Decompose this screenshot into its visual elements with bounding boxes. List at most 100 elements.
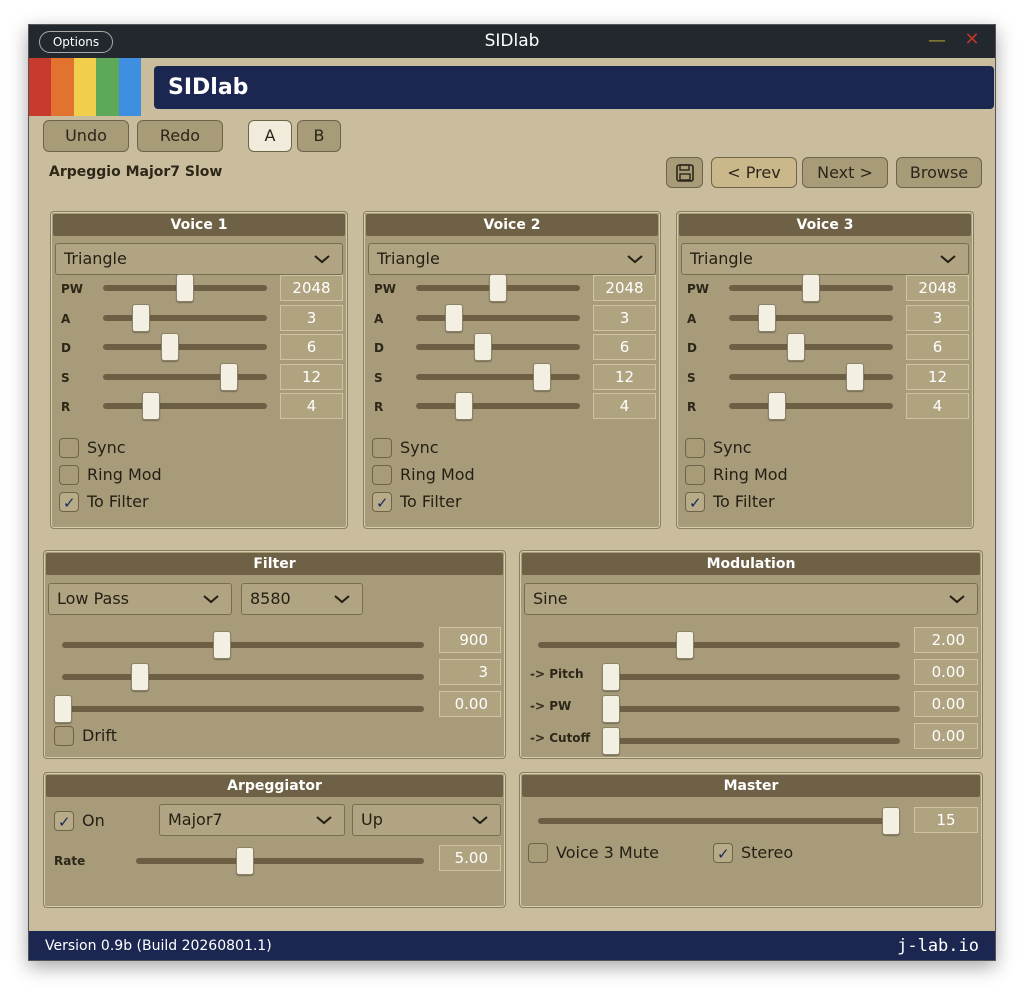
ringmod-checkbox[interactable]: Ring Mod bbox=[372, 465, 522, 487]
arp-rate-value[interactable]: 5.00 bbox=[439, 845, 501, 871]
slider-thumb[interactable] bbox=[802, 274, 820, 302]
stereo-checkbox[interactable]: ✓ Stereo bbox=[713, 843, 823, 865]
slider-thumb[interactable] bbox=[54, 695, 72, 723]
to-filter-checkbox[interactable]: ✓ To Filter bbox=[372, 492, 522, 514]
mod-rate-slider[interactable] bbox=[538, 631, 900, 659]
slider-thumb[interactable] bbox=[455, 392, 473, 420]
filter-resonance-slider[interactable] bbox=[62, 663, 424, 691]
mod-rate-value[interactable]: 2.00 bbox=[914, 627, 978, 653]
redo-button[interactable]: Redo bbox=[137, 120, 223, 152]
param-slider[interactable] bbox=[729, 303, 893, 332]
slider-thumb[interactable] bbox=[846, 362, 864, 391]
param-slider[interactable] bbox=[103, 303, 267, 332]
modulation-shape-select[interactable]: Sine bbox=[524, 583, 978, 615]
slider-thumb[interactable] bbox=[236, 847, 254, 875]
filter-third-slider[interactable] bbox=[54, 695, 424, 723]
param-slider[interactable] bbox=[729, 362, 893, 391]
arp-direction-select[interactable]: Up bbox=[352, 804, 501, 836]
to-filter-checkbox[interactable]: ✓ To Filter bbox=[685, 492, 835, 514]
param-slider[interactable] bbox=[103, 333, 267, 361]
slider-thumb[interactable] bbox=[445, 303, 463, 332]
param-value[interactable]: 2048 bbox=[593, 275, 656, 301]
slider-thumb[interactable] bbox=[602, 727, 620, 755]
drift-checkbox[interactable]: Drift bbox=[54, 726, 154, 748]
slider-thumb[interactable] bbox=[142, 392, 160, 420]
waveform-select[interactable]: Triangle bbox=[368, 243, 656, 275]
param-value[interactable]: 3 bbox=[280, 304, 343, 331]
filter-chip-select[interactable]: 8580 bbox=[241, 583, 363, 615]
ringmod-checkbox[interactable]: Ring Mod bbox=[59, 465, 209, 487]
param-value[interactable]: 3 bbox=[906, 304, 969, 331]
voice3-mute-checkbox[interactable]: Voice 3 Mute bbox=[528, 843, 678, 865]
master-volume-value[interactable]: 15 bbox=[914, 807, 978, 833]
param-value[interactable]: 12 bbox=[280, 363, 343, 390]
waveform-select[interactable]: Triangle bbox=[55, 243, 343, 275]
minimize-icon[interactable]: — bbox=[927, 31, 947, 51]
slider-thumb[interactable] bbox=[533, 362, 551, 391]
undo-button[interactable]: Undo bbox=[43, 120, 129, 152]
param-value[interactable]: 4 bbox=[280, 393, 343, 419]
param-value[interactable]: 4 bbox=[906, 393, 969, 419]
preset-a-button[interactable]: A bbox=[248, 120, 292, 152]
slider-thumb[interactable] bbox=[161, 333, 179, 361]
arp-on-checkbox[interactable]: ✓ On bbox=[54, 811, 134, 833]
param-slider[interactable] bbox=[103, 362, 267, 391]
param-slider[interactable] bbox=[416, 333, 580, 361]
mod-pitch-slider[interactable] bbox=[602, 663, 900, 691]
prev-preset-button[interactable]: < Prev bbox=[711, 157, 797, 188]
param-value[interactable]: 3 bbox=[593, 304, 656, 331]
param-value[interactable]: 12 bbox=[593, 363, 656, 390]
slider-thumb[interactable] bbox=[489, 274, 507, 302]
sync-checkbox[interactable]: Sync bbox=[372, 438, 522, 460]
param-slider[interactable] bbox=[416, 274, 580, 302]
filter-resonance-value[interactable]: 3 bbox=[439, 659, 501, 685]
mod-pw-value[interactable]: 0.00 bbox=[914, 691, 978, 717]
browse-button[interactable]: Browse bbox=[896, 157, 982, 188]
param-value[interactable]: 6 bbox=[280, 334, 343, 360]
mod-cutoff-value[interactable]: 0.00 bbox=[914, 723, 978, 749]
param-slider[interactable] bbox=[416, 362, 580, 391]
param-value[interactable]: 6 bbox=[906, 334, 969, 360]
sync-checkbox[interactable]: Sync bbox=[59, 438, 209, 460]
slider-thumb[interactable] bbox=[602, 695, 620, 723]
slider-thumb[interactable] bbox=[132, 303, 150, 332]
waveform-select[interactable]: Triangle bbox=[681, 243, 969, 275]
param-value[interactable]: 2048 bbox=[280, 275, 343, 301]
mod-pw-slider[interactable] bbox=[602, 695, 900, 723]
param-slider[interactable] bbox=[729, 274, 893, 302]
param-slider[interactable] bbox=[416, 303, 580, 332]
next-preset-button[interactable]: Next > bbox=[802, 157, 888, 188]
slider-thumb[interactable] bbox=[220, 362, 238, 391]
param-slider[interactable] bbox=[729, 392, 893, 420]
slider-thumb[interactable] bbox=[602, 663, 620, 691]
ringmod-checkbox[interactable]: Ring Mod bbox=[685, 465, 835, 487]
slider-thumb[interactable] bbox=[768, 392, 786, 420]
arp-chord-select[interactable]: Major7 bbox=[159, 804, 345, 836]
param-value[interactable]: 4 bbox=[593, 393, 656, 419]
param-slider[interactable] bbox=[103, 392, 267, 420]
filter-cutoff-slider[interactable] bbox=[62, 631, 424, 659]
preset-b-button[interactable]: B bbox=[297, 120, 341, 152]
save-button[interactable] bbox=[666, 157, 703, 188]
slider-thumb[interactable] bbox=[882, 807, 900, 835]
arp-rate-slider[interactable] bbox=[136, 847, 424, 875]
mod-cutoff-slider[interactable] bbox=[602, 727, 900, 755]
param-slider[interactable] bbox=[103, 274, 267, 302]
filter-cutoff-value[interactable]: 900 bbox=[439, 627, 501, 653]
slider-thumb[interactable] bbox=[676, 631, 694, 659]
slider-thumb[interactable] bbox=[758, 303, 776, 332]
param-slider[interactable] bbox=[416, 392, 580, 420]
filter-type-select[interactable]: Low Pass bbox=[48, 583, 232, 615]
param-slider[interactable] bbox=[729, 333, 893, 361]
sync-checkbox[interactable]: Sync bbox=[685, 438, 835, 460]
slider-thumb[interactable] bbox=[131, 663, 149, 691]
slider-thumb[interactable] bbox=[787, 333, 805, 361]
slider-thumb[interactable] bbox=[213, 631, 231, 659]
param-value[interactable]: 6 bbox=[593, 334, 656, 360]
param-value[interactable]: 2048 bbox=[906, 275, 969, 301]
options-button[interactable]: Options bbox=[39, 31, 113, 53]
to-filter-checkbox[interactable]: ✓ To Filter bbox=[59, 492, 209, 514]
mod-pitch-value[interactable]: 0.00 bbox=[914, 659, 978, 685]
slider-thumb[interactable] bbox=[474, 333, 492, 361]
master-volume-slider[interactable] bbox=[538, 807, 900, 835]
